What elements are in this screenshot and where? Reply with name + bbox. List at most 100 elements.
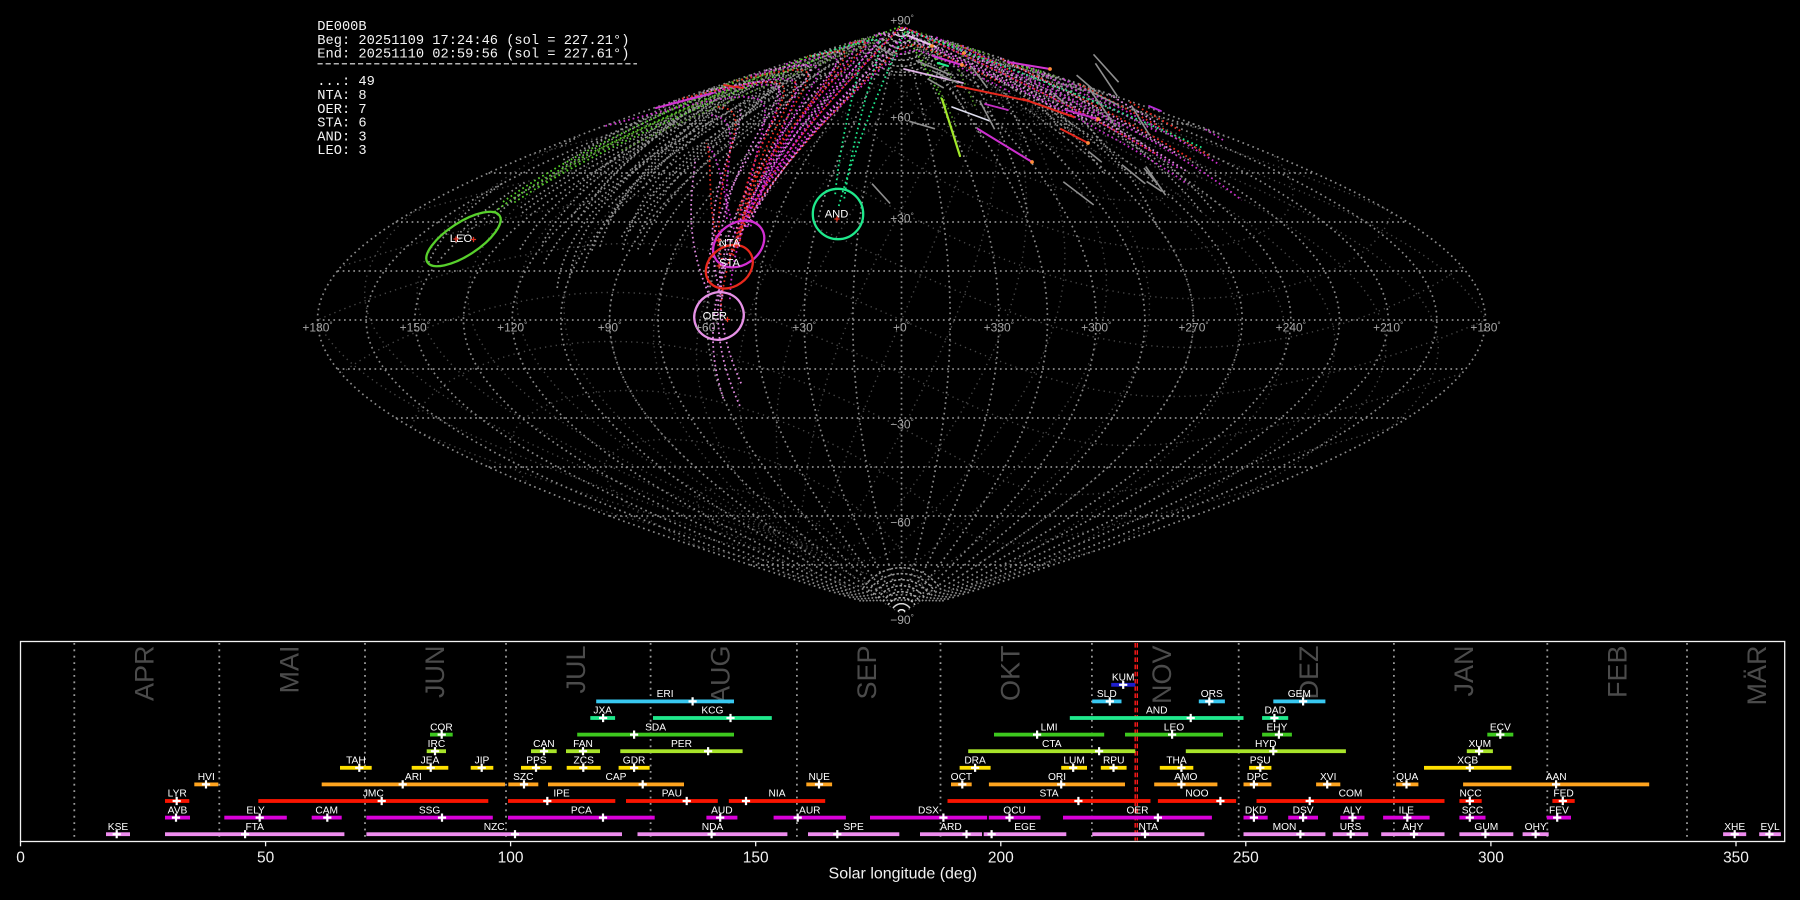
svg-text:NTA: 8: NTA: 8 (317, 89, 366, 104)
svg-text:+180°: +180° (302, 321, 332, 335)
svg-text:+330°: +330° (984, 321, 1014, 335)
svg-text:ERI: ERI (657, 689, 674, 700)
svg-text:FEB: FEB (1602, 646, 1632, 699)
svg-text:100: 100 (498, 850, 524, 867)
svg-text:FEV: FEV (1549, 805, 1569, 816)
svg-text:TAH: TAH (346, 756, 366, 767)
svg-text:ZCS: ZCS (574, 756, 595, 767)
svg-text:OER: OER (1126, 805, 1148, 816)
svg-text:AUG: AUG (706, 646, 736, 705)
svg-text:DRA: DRA (964, 756, 986, 767)
svg-text:JIP: JIP (475, 756, 490, 767)
svg-text:IPE: IPE (553, 789, 570, 800)
svg-text:NIA: NIA (769, 789, 786, 800)
svg-text:SSG: SSG (419, 805, 441, 816)
svg-text:+180°: +180° (1470, 321, 1500, 335)
svg-text:AND: AND (1146, 706, 1168, 717)
svg-text:NZC: NZC (484, 822, 505, 833)
svg-text:ORS: ORS (1201, 689, 1223, 700)
svg-text:KSE: KSE (108, 822, 129, 833)
svg-text:AUD: AUD (711, 805, 733, 816)
svg-text:EGE: EGE (1014, 822, 1036, 833)
svg-text:XCB: XCB (1457, 756, 1478, 767)
svg-text:AVB: AVB (168, 805, 188, 816)
svg-text:Beg: 20251109 17:24:46 (sol =: Beg: 20251109 17:24:46 (sol = 227.21°) (317, 34, 629, 49)
svg-text:ELY: ELY (246, 805, 265, 816)
svg-text:LEO: LEO (1164, 722, 1184, 733)
svg-text:+150°: +150° (400, 321, 430, 335)
svg-text:COR: COR (430, 722, 453, 733)
svg-text:SEP: SEP (852, 646, 882, 700)
svg-text:+30°: +30° (890, 211, 914, 225)
svg-text:FAN: FAN (573, 739, 593, 750)
svg-text:OKT: OKT (996, 646, 1026, 702)
svg-text:NCC: NCC (1460, 789, 1482, 800)
svg-text:QUA: QUA (1396, 772, 1418, 783)
svg-text:350: 350 (1723, 850, 1749, 867)
svg-text:APR: APR (129, 646, 159, 702)
svg-text:+240°: +240° (1276, 321, 1306, 335)
svg-text:+270°: +270° (1178, 321, 1208, 335)
svg-text:...: 49: ...: 49 (317, 75, 375, 90)
svg-text:−90°: −90° (890, 613, 914, 627)
svg-text:GUM: GUM (1474, 822, 1498, 833)
svg-text:+30°: +30° (792, 321, 816, 335)
svg-text:SCC: SCC (1462, 805, 1484, 816)
svg-text:NUE: NUE (808, 772, 830, 783)
svg-text:ARI: ARI (405, 772, 422, 783)
svg-text:CTA: CTA (1042, 739, 1062, 750)
svg-text:EHY: EHY (1267, 722, 1288, 733)
svg-text:URS: URS (1340, 822, 1362, 833)
svg-text:JUN: JUN (420, 646, 450, 699)
svg-text:SLD: SLD (1097, 689, 1117, 700)
svg-text:NOV: NOV (1147, 646, 1177, 705)
svg-text:+210°: +210° (1373, 321, 1403, 335)
svg-text:STA: STA (1039, 789, 1058, 800)
svg-text:STA: 6: STA: 6 (317, 117, 366, 132)
svg-text:−30°: −30° (890, 417, 914, 431)
svg-text:AHY: AHY (1402, 822, 1423, 833)
svg-text:MÄR: MÄR (1742, 646, 1772, 706)
svg-text:JAN: JAN (1449, 646, 1479, 697)
svg-text:NDA: NDA (702, 822, 724, 833)
svg-text:PPS: PPS (526, 756, 547, 767)
svg-text:300: 300 (1478, 850, 1504, 867)
svg-text:LMI: LMI (1041, 722, 1058, 733)
svg-text:CAM: CAM (315, 805, 338, 816)
svg-text:JEA: JEA (421, 756, 440, 767)
svg-text:+90°: +90° (890, 13, 914, 27)
svg-text:LEO: LEO (450, 233, 473, 245)
svg-text:RPU: RPU (1103, 756, 1125, 767)
svg-text:DSX: DSX (918, 805, 939, 816)
svg-text:200: 200 (988, 850, 1014, 867)
svg-text:+120°: +120° (497, 321, 527, 335)
svg-text:OCU: OCU (1003, 805, 1026, 816)
svg-text:FTA: FTA (245, 822, 264, 833)
svg-text:+90°: +90° (598, 321, 622, 335)
svg-text:XVI: XVI (1320, 772, 1336, 783)
svg-text:KCG: KCG (701, 706, 723, 717)
svg-text:XHE: XHE (1724, 822, 1745, 833)
svg-text:OHY: OHY (1525, 822, 1547, 833)
svg-text:GDR: GDR (623, 756, 646, 767)
svg-text:PCA: PCA (571, 805, 592, 816)
svg-text:−60°: −60° (890, 515, 914, 529)
svg-text:CAN: CAN (533, 739, 555, 750)
svg-text:DPC: DPC (1247, 772, 1269, 783)
svg-text:IRC: IRC (428, 739, 446, 750)
svg-text:SPE: SPE (843, 822, 864, 833)
svg-text:LEO: 3: LEO: 3 (317, 144, 366, 159)
svg-text:ILE: ILE (1399, 805, 1414, 816)
svg-text:Solar longitude (deg): Solar longitude (deg) (829, 866, 978, 883)
svg-text:NTA: NTA (719, 238, 741, 250)
svg-text:FED: FED (1553, 789, 1573, 800)
svg-text:XUM: XUM (1468, 739, 1491, 750)
svg-text:PSU: PSU (1250, 756, 1271, 767)
svg-text:SDA: SDA (645, 722, 666, 733)
svg-text:JUL: JUL (561, 646, 591, 694)
svg-text:EVL: EVL (1760, 822, 1780, 833)
svg-text:NTA: NTA (1138, 822, 1158, 833)
svg-text:ECV: ECV (1490, 722, 1511, 733)
svg-text:ALY: ALY (1343, 805, 1362, 816)
svg-text:250: 250 (1233, 850, 1259, 867)
